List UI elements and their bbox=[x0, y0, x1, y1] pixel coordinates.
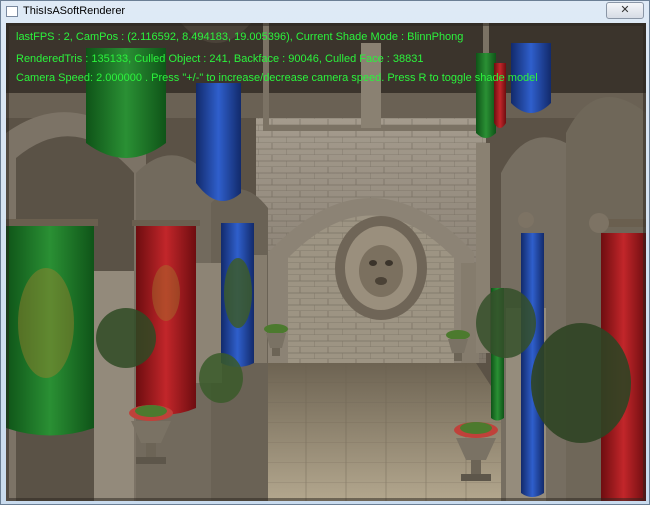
app-window: ThisIsASoftRenderer ✕ lastFPS: 2, CamPo… bbox=[0, 0, 650, 505]
hud-camera-speed: Camera Speed: 2.000000 . Press "+/-" to … bbox=[16, 72, 538, 84]
render-viewport[interactable]: lastFPS : 2, CamPos : (2.116592, 8.49418… bbox=[6, 23, 646, 501]
scene-render bbox=[6, 23, 646, 501]
lion-head-ornament bbox=[335, 216, 427, 320]
close-button[interactable]: ✕ bbox=[606, 2, 644, 19]
title-bar[interactable]: ThisIsASoftRenderer ✕ bbox=[1, 1, 649, 23]
window-title: ThisIsASoftRenderer bbox=[23, 5, 126, 17]
app-icon bbox=[6, 6, 18, 17]
hud-fps-campos: lastFPS : 2, CamPos : (2.116592, 8.49418… bbox=[16, 31, 464, 43]
close-icon: ✕ bbox=[620, 4, 630, 16]
hud-render-stats: RenderedTris : 135133, Culled Object : 2… bbox=[16, 53, 424, 65]
